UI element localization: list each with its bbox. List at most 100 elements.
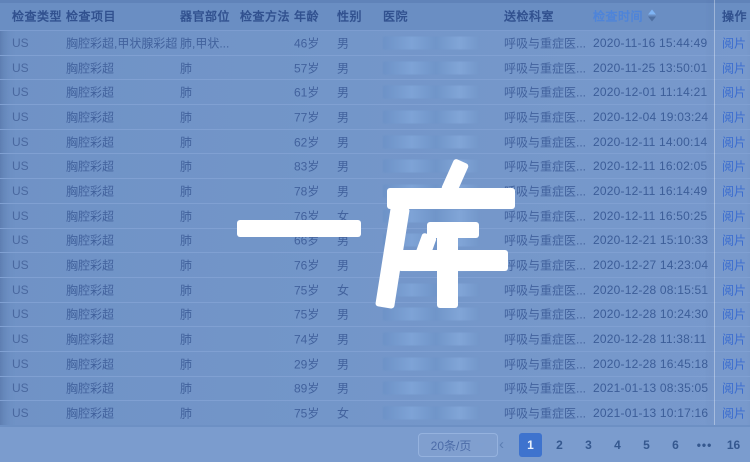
cell-exam-time: 2020-11-16 15:44:49 bbox=[593, 36, 707, 50]
cell-exam-item: 胸腔彩超 bbox=[66, 306, 114, 323]
table-row[interactable]: US 胸腔彩超 肺 75岁 女 呼吸与重症医... 2020-12-28 08:… bbox=[0, 278, 750, 303]
table-row[interactable]: US 胸腔彩超 肺 29岁 男 呼吸与重症医... 2020-12-28 16:… bbox=[0, 352, 750, 377]
page-size-select[interactable]: 20条/页 bbox=[418, 433, 498, 457]
hospital-redacted-block bbox=[383, 61, 479, 74]
column-header-organ: 器官部位 bbox=[180, 7, 230, 24]
cell-exam-time: 2020-12-04 19:03:24 bbox=[593, 110, 708, 124]
table-row[interactable]: US 胸腔彩超,甲状腺彩超 肺,甲状... 46岁 男 呼吸与重症医... 20… bbox=[0, 31, 750, 56]
cell-gender: 男 bbox=[337, 34, 349, 51]
page-button-4[interactable]: 4 bbox=[606, 433, 629, 457]
table-row[interactable]: US 胸腔彩超 肺 83岁 男 呼吸与重症医... 2020-12-11 16:… bbox=[0, 154, 750, 179]
pager: ‹123456•••16 bbox=[487, 433, 748, 457]
table-row[interactable]: US 胸腔彩超 肺 76岁 男 呼吸与重症医... 2020-12-27 14:… bbox=[0, 253, 750, 278]
read-film-link[interactable]: 阅片 bbox=[722, 133, 746, 150]
page-button-6[interactable]: 6 bbox=[664, 433, 687, 457]
read-film-link[interactable]: 阅片 bbox=[722, 84, 746, 101]
hospital-redacted-block bbox=[383, 407, 479, 420]
page-button-5[interactable]: 5 bbox=[635, 433, 658, 457]
table-row[interactable]: US 胸腔彩超 肺 62岁 男 呼吸与重症医... 2020-12-11 14:… bbox=[0, 130, 750, 155]
read-film-link[interactable]: 阅片 bbox=[722, 59, 746, 76]
read-film-link[interactable]: 阅片 bbox=[722, 108, 746, 125]
read-film-link[interactable]: 阅片 bbox=[722, 257, 746, 274]
table-row[interactable]: US 胸腔彩超 肺 78岁 男 呼吸与重症医... 2020-12-11 16:… bbox=[0, 179, 750, 204]
cell-gender: 女 bbox=[337, 281, 349, 298]
read-film-link[interactable]: 阅片 bbox=[722, 331, 746, 348]
table-row[interactable]: US 胸腔彩超 肺 75岁 女 呼吸与重症医... 2021-01-13 10:… bbox=[0, 401, 750, 425]
table-row[interactable]: US 胸腔彩超 肺 66岁 男 呼吸与重症医... 2020-12-21 15:… bbox=[0, 229, 750, 254]
cell-exam-time: 2020-11-25 13:50:01 bbox=[593, 61, 707, 75]
read-film-link[interactable]: 阅片 bbox=[722, 306, 746, 323]
read-film-link[interactable]: 阅片 bbox=[722, 405, 746, 422]
table-header-row: 检查类型检查项目器官部位检查方法年龄性别医院送检科室检查时间操作 bbox=[0, 0, 750, 31]
sort-asc-icon[interactable] bbox=[648, 9, 656, 14]
cell-organ: 肺 bbox=[180, 306, 192, 323]
cell-department: 呼吸与重症医... bbox=[504, 281, 586, 298]
table-row[interactable]: US 胸腔彩超 肺 75岁 男 呼吸与重症医... 2020-12-28 10:… bbox=[0, 303, 750, 328]
hospital-redacted-block bbox=[383, 110, 479, 123]
cell-exam-time: 2020-12-11 16:50:25 bbox=[593, 209, 707, 223]
cell-age: 66岁 bbox=[294, 232, 319, 249]
cell-exam-item: 胸腔彩超 bbox=[66, 133, 114, 150]
column-header-dept: 送检科室 bbox=[504, 7, 554, 24]
cell-gender: 男 bbox=[337, 182, 349, 199]
read-film-link[interactable]: 阅片 bbox=[722, 34, 746, 51]
cell-organ: 肺 bbox=[180, 257, 192, 274]
cell-exam-item: 胸腔彩超 bbox=[66, 108, 114, 125]
cell-age: 75岁 bbox=[294, 405, 319, 422]
page-button-16[interactable]: 16 bbox=[722, 433, 745, 457]
cell-organ: 肺 bbox=[180, 405, 192, 422]
cell-exam-type: US bbox=[12, 381, 29, 395]
cell-exam-item: 胸腔彩超,甲状腺彩超 bbox=[66, 34, 177, 51]
fixed-column-divider bbox=[714, 0, 715, 425]
read-film-link[interactable]: 阅片 bbox=[722, 380, 746, 397]
table-row[interactable]: US 胸腔彩超 肺 89岁 男 呼吸与重症医... 2021-01-13 08:… bbox=[0, 377, 750, 402]
table-row[interactable]: US 胸腔彩超 肺 76岁 女 呼吸与重症医... 2020-12-11 16:… bbox=[0, 204, 750, 229]
table-row[interactable]: US 胸腔彩超 肺 74岁 男 呼吸与重症医... 2020-12-28 11:… bbox=[0, 327, 750, 352]
cell-age: 75岁 bbox=[294, 281, 319, 298]
read-film-link[interactable]: 阅片 bbox=[722, 158, 746, 175]
cell-age: 76岁 bbox=[294, 257, 319, 274]
cell-gender: 男 bbox=[337, 59, 349, 76]
cell-department: 呼吸与重症医... bbox=[504, 133, 586, 150]
cell-exam-time: 2020-12-01 11:14:21 bbox=[593, 85, 707, 99]
cell-exam-time: 2020-12-28 10:24:30 bbox=[593, 307, 708, 321]
cell-department: 呼吸与重症医... bbox=[504, 34, 586, 51]
cell-exam-item: 胸腔彩超 bbox=[66, 232, 114, 249]
table-row[interactable]: US 胸腔彩超 肺 57岁 男 呼吸与重症医... 2020-11-25 13:… bbox=[0, 56, 750, 81]
page-button-3[interactable]: 3 bbox=[577, 433, 600, 457]
hospital-redacted-block bbox=[383, 184, 479, 197]
cell-exam-time: 2020-12-11 16:02:05 bbox=[593, 159, 707, 173]
cell-exam-item: 胸腔彩超 bbox=[66, 355, 114, 372]
sort-desc-icon[interactable] bbox=[648, 16, 656, 21]
read-film-link[interactable]: 阅片 bbox=[722, 182, 746, 199]
column-header-method: 检查方法 bbox=[240, 7, 290, 24]
cell-department: 呼吸与重症医... bbox=[504, 257, 586, 274]
column-header-age: 年龄 bbox=[294, 7, 319, 24]
cell-gender: 男 bbox=[337, 133, 349, 150]
hospital-redacted-block bbox=[383, 357, 479, 370]
cell-exam-type: US bbox=[12, 110, 29, 124]
sort-carets-icon[interactable] bbox=[648, 9, 656, 21]
cell-department: 呼吸与重症医... bbox=[504, 84, 586, 101]
cell-exam-time: 2020-12-28 08:15:51 bbox=[593, 283, 708, 297]
page-button-1[interactable]: 1 bbox=[519, 433, 542, 457]
column-header-time[interactable]: 检查时间 bbox=[593, 7, 656, 24]
read-film-link[interactable]: 阅片 bbox=[722, 207, 746, 224]
hospital-redacted-block bbox=[383, 234, 479, 247]
cell-age: 62岁 bbox=[294, 133, 319, 150]
cell-exam-type: US bbox=[12, 159, 29, 173]
table-row[interactable]: US 胸腔彩超 肺 77岁 男 呼吸与重症医... 2020-12-04 19:… bbox=[0, 105, 750, 130]
cell-exam-time: 2020-12-11 16:14:49 bbox=[593, 184, 707, 198]
cell-exam-type: US bbox=[12, 258, 29, 272]
cell-organ: 肺 bbox=[180, 182, 192, 199]
table-row[interactable]: US 胸腔彩超 肺 61岁 男 呼吸与重症医... 2020-12-01 11:… bbox=[0, 80, 750, 105]
read-film-link[interactable]: 阅片 bbox=[722, 355, 746, 372]
cell-department: 呼吸与重症医... bbox=[504, 158, 586, 175]
read-film-link[interactable]: 阅片 bbox=[722, 281, 746, 298]
more-pages-button[interactable]: ••• bbox=[693, 433, 716, 457]
cell-exam-item: 胸腔彩超 bbox=[66, 182, 114, 199]
page-button-2[interactable]: 2 bbox=[548, 433, 571, 457]
hospital-redacted-block bbox=[383, 209, 479, 222]
cell-exam-item: 胸腔彩超 bbox=[66, 380, 114, 397]
read-film-link[interactable]: 阅片 bbox=[722, 232, 746, 249]
